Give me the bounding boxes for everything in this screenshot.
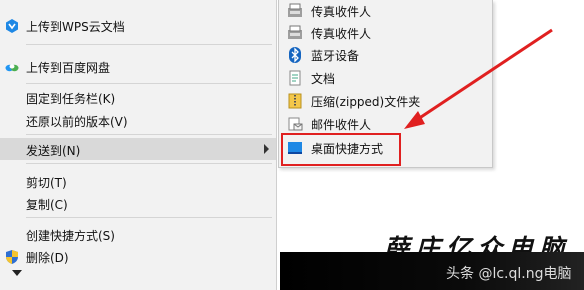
watermark-text: 头条 @lc.ql.ng电脑 <box>446 266 572 282</box>
